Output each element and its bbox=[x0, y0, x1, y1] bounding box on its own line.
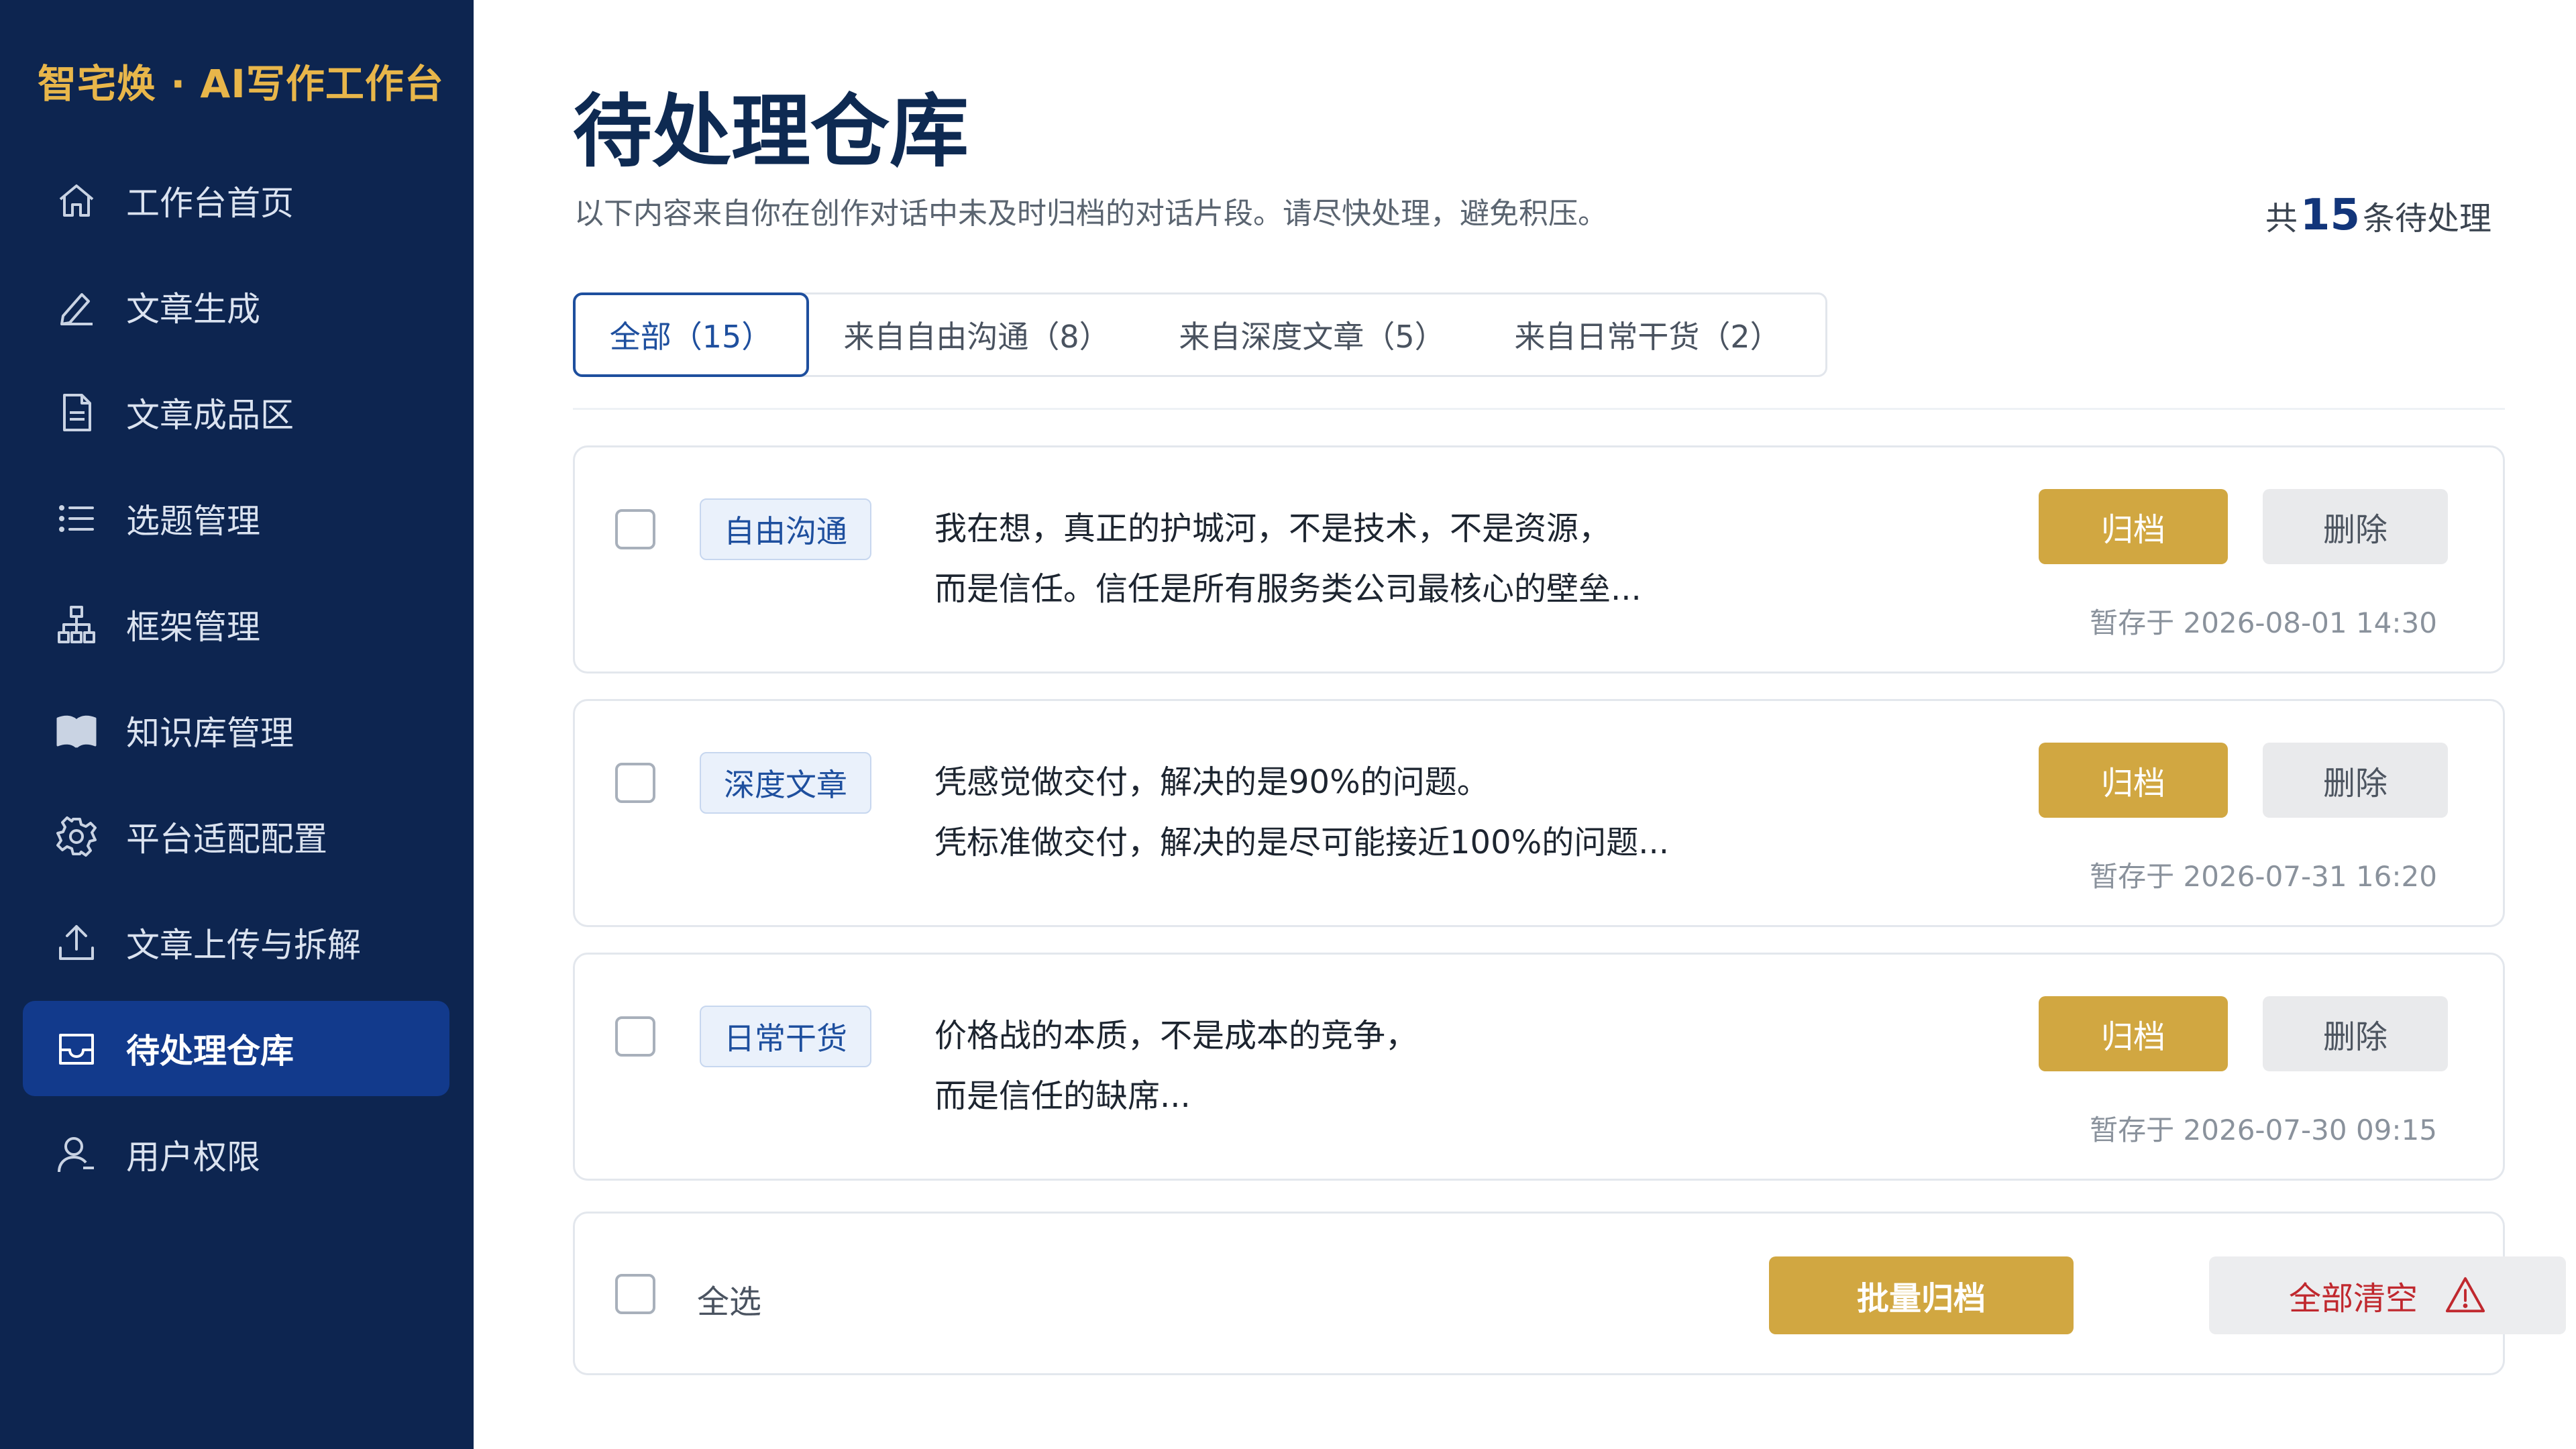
snippet-line: 而是信任的缺席... bbox=[934, 1077, 1191, 1115]
tab-deep-article[interactable]: 来自深度文章（5） bbox=[1144, 292, 1480, 377]
user-icon bbox=[55, 1133, 98, 1176]
snippet-line: 而是信任。信任是所有服务类公司最核心的壁垒... bbox=[934, 570, 1642, 608]
pending-item-card: 日常干货 价格战的本质，不是成本的竞争， 而是信任的缺席... 归档 删除 暂存… bbox=[573, 953, 2505, 1181]
divider bbox=[573, 408, 2505, 410]
select-all-label[interactable]: 全选 bbox=[697, 1275, 761, 1322]
sidebar-item-label: 用户权限 bbox=[126, 1138, 260, 1177]
archive-button[interactable]: 归档 bbox=[2039, 743, 2228, 818]
sidebar-item-label: 框架管理 bbox=[126, 608, 260, 647]
snippet-line: 我在想，真正的护城河，不是技术，不是资源， bbox=[934, 510, 1611, 547]
main-content: 待处理仓库 以下内容来自你在创作对话中未及时归档的对话片段。请尽快处理，避免积压… bbox=[474, 0, 2576, 1449]
sidebar: 智宅焕 · AI写作工作台 工作台首页 文章生成 文章成品区 选题管理 框架管理… bbox=[0, 0, 474, 1449]
tab-free-chat[interactable]: 来自自由沟通（8） bbox=[809, 292, 1144, 377]
snippet-line: 凭感觉做交付，解决的是90%的问题。 bbox=[934, 763, 1489, 801]
pending-count-number: 15 bbox=[2300, 191, 2360, 240]
list-icon bbox=[55, 497, 98, 540]
sidebar-item-label: 知识库管理 bbox=[126, 714, 294, 753]
sidebar-item-topic-management[interactable]: 选题管理 bbox=[23, 471, 449, 566]
hierarchy-icon bbox=[55, 603, 98, 646]
warning-icon bbox=[2445, 1277, 2485, 1313]
source-tag: 日常干货 bbox=[700, 1006, 871, 1067]
upload-icon bbox=[55, 921, 98, 964]
clear-all-label: 全部清空 bbox=[2288, 1280, 2418, 1318]
item-snippet: 价格战的本质，不是成本的竞争， 而是信任的缺席... bbox=[934, 1006, 1417, 1126]
sidebar-item-article-upload[interactable]: 文章上传与拆解 bbox=[23, 895, 449, 990]
source-tag: 深度文章 bbox=[700, 752, 871, 814]
saved-timestamp: 暂存于 2026-07-31 16:20 bbox=[2090, 860, 2437, 893]
delete-button[interactable]: 删除 bbox=[2263, 489, 2448, 564]
sidebar-item-label: 平台适配配置 bbox=[126, 820, 327, 859]
item-checkbox[interactable] bbox=[615, 763, 655, 803]
page-title: 待处理仓库 bbox=[573, 85, 969, 178]
sidebar-item-article-generate[interactable]: 文章生成 bbox=[23, 259, 449, 354]
batch-archive-button[interactable]: 批量归档 bbox=[1769, 1256, 2074, 1334]
sidebar-item-finished-articles[interactable]: 文章成品区 bbox=[23, 365, 449, 460]
archive-button[interactable]: 归档 bbox=[2039, 996, 2228, 1071]
tab-daily-tips[interactable]: 来自日常干货（2） bbox=[1480, 292, 1815, 377]
sidebar-item-label: 工作台首页 bbox=[126, 184, 294, 223]
bulk-action-bar: 全选 批量归档 全部清空 bbox=[573, 1212, 2566, 1375]
sidebar-item-platform-config[interactable]: 平台适配配置 bbox=[23, 789, 449, 884]
archive-button[interactable]: 归档 bbox=[2039, 489, 2228, 564]
saved-timestamp: 暂存于 2026-08-01 14:30 bbox=[2090, 606, 2437, 639]
document-icon bbox=[55, 391, 98, 434]
sidebar-item-label: 选题管理 bbox=[126, 502, 260, 541]
source-tag: 自由沟通 bbox=[700, 498, 871, 560]
delete-button[interactable]: 删除 bbox=[2263, 996, 2448, 1071]
sidebar-item-dashboard-home[interactable]: 工作台首页 bbox=[23, 153, 449, 248]
pending-item-card: 深度文章 凭感觉做交付，解决的是90%的问题。 凭标准做交付，解决的是尽可能接近… bbox=[573, 699, 2505, 927]
pending-count: 共15条待处理 bbox=[2265, 191, 2491, 240]
sidebar-item-label: 文章上传与拆解 bbox=[126, 926, 361, 965]
snippet-line: 价格战的本质，不是成本的竞争， bbox=[934, 1017, 1418, 1055]
home-icon bbox=[55, 179, 98, 222]
item-snippet: 凭感觉做交付，解决的是90%的问题。 凭标准做交付，解决的是尽可能接近100%的… bbox=[934, 752, 1669, 873]
sidebar-item-pending-warehouse[interactable]: 待处理仓库 bbox=[23, 1001, 449, 1096]
page-description: 以下内容来自你在创作对话中未及时归档的对话片段。请尽快处理，避免积压。 bbox=[574, 197, 1607, 231]
sidebar-item-framework-management[interactable]: 框架管理 bbox=[23, 577, 449, 672]
sidebar-item-label: 文章成品区 bbox=[126, 396, 294, 435]
item-snippet: 我在想，真正的护城河，不是技术，不是资源， 而是信任。信任是所有服务类公司最核心… bbox=[934, 498, 1642, 619]
delete-button[interactable]: 删除 bbox=[2263, 743, 2448, 818]
sidebar-item-knowledge-base[interactable]: 知识库管理 bbox=[23, 683, 449, 778]
pending-count-suffix: 条待处理 bbox=[2362, 200, 2491, 237]
saved-timestamp: 暂存于 2026-07-30 09:15 bbox=[2090, 1114, 2437, 1146]
pending-count-prefix: 共 bbox=[2265, 200, 2298, 237]
book-icon bbox=[55, 709, 98, 752]
sidebar-item-label: 文章生成 bbox=[126, 290, 260, 329]
brand-title: 智宅焕 · AI写作工作台 bbox=[38, 61, 444, 107]
sidebar-nav: 工作台首页 文章生成 文章成品区 选题管理 框架管理 知识库管理 平台适配配置 … bbox=[23, 153, 449, 1213]
inbox-icon bbox=[55, 1027, 98, 1070]
pen-icon bbox=[55, 285, 98, 328]
filter-tabs: 全部（15） 来自自由沟通（8） 来自深度文章（5） 来自日常干货（2） bbox=[573, 292, 1827, 377]
clear-all-button[interactable]: 全部清空 bbox=[2209, 1256, 2566, 1334]
select-all-checkbox[interactable] bbox=[615, 1274, 655, 1314]
sidebar-item-user-permissions[interactable]: 用户权限 bbox=[23, 1107, 449, 1202]
tab-all[interactable]: 全部（15） bbox=[573, 292, 809, 377]
gear-icon bbox=[55, 815, 98, 858]
snippet-line: 凭标准做交付，解决的是尽可能接近100%的问题... bbox=[934, 824, 1670, 861]
sidebar-item-label: 待处理仓库 bbox=[126, 1032, 294, 1071]
item-checkbox[interactable] bbox=[615, 509, 655, 549]
pending-item-card: 自由沟通 我在想，真正的护城河，不是技术，不是资源， 而是信任。信任是所有服务类… bbox=[573, 445, 2505, 674]
item-checkbox[interactable] bbox=[615, 1016, 655, 1057]
